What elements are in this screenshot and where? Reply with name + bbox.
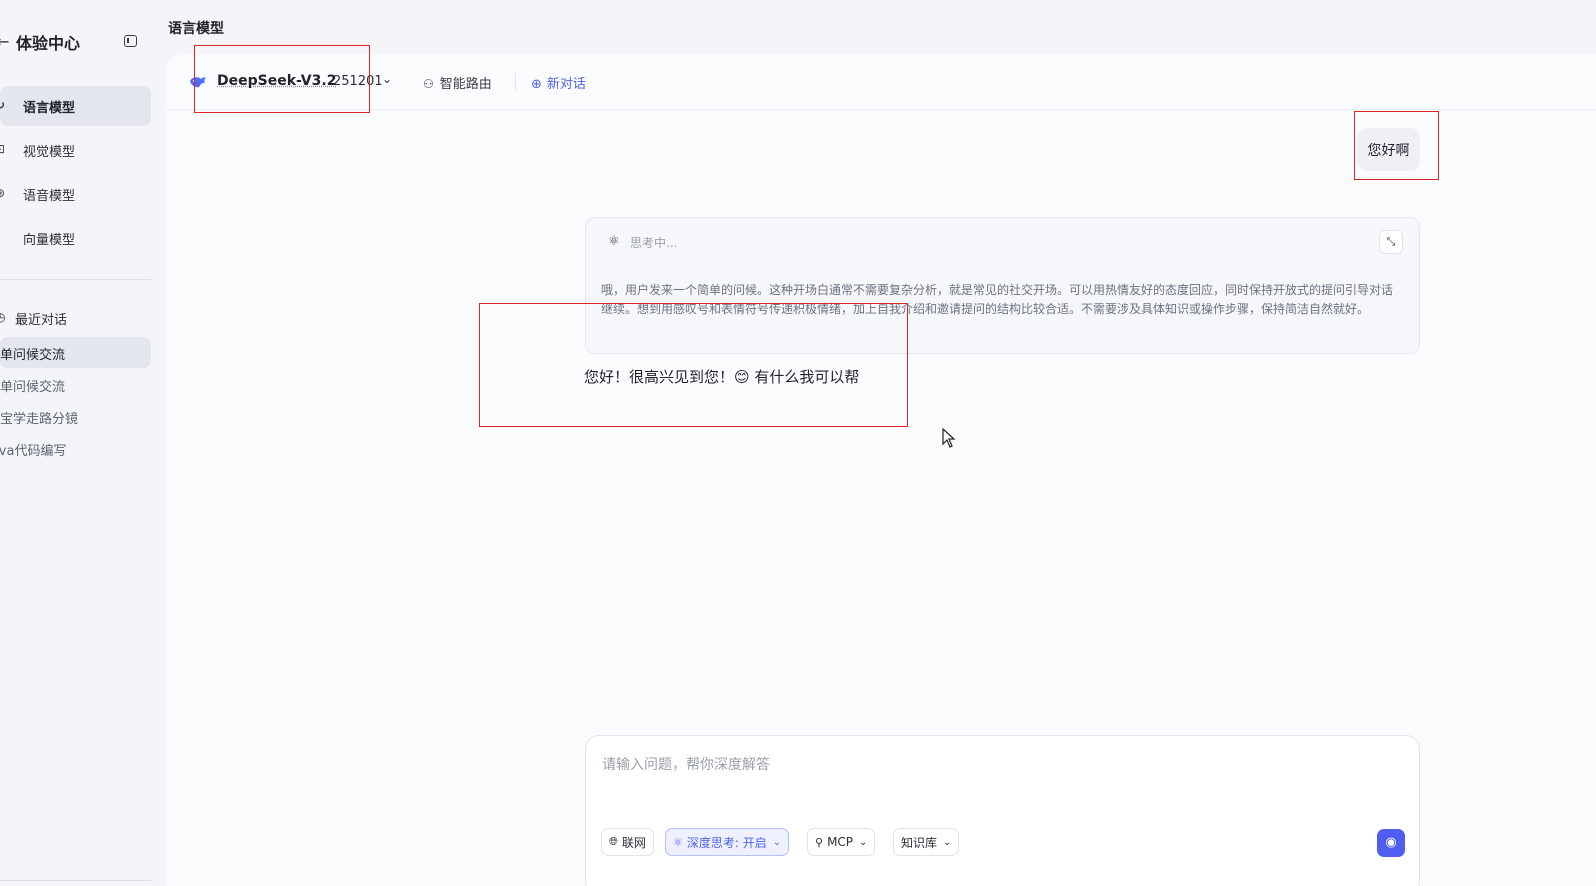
chevron-down-icon: ⌄ [859, 836, 868, 848]
sidebar-item-speech-model[interactable]: ⊛ 语音模型 [0, 174, 151, 214]
smart-routing-button[interactable]: ⚇ 智能路由 [423, 73, 492, 92]
recent-chats-header[interactable]: ◷ 最近对话 [0, 309, 151, 329]
chevron-down-icon[interactable]: ⌄ [382, 72, 392, 86]
globe-icon: 🌐︎ [609, 835, 618, 848]
sidebar-title: 体验中心 [16, 34, 81, 53]
history-icon: ◷ [0, 310, 6, 324]
main-panel: DeepSeek-V3.2 251201 ⌄ ⚇ 智能路由 ⊕ 新对话 您好啊 ⚛ … [167, 55, 1596, 886]
model-version[interactable]: 251201 [333, 74, 383, 89]
history-item-label: Java代码编写 [0, 444, 67, 459]
vector-icon: ⁝ [0, 230, 9, 244]
sidebar: ← 体验中心 ↻ 语言模型 ⊡ 视觉模型 ⊛ 语音模型 ⁝ 向量模型 ◷ 最近对… [0, 0, 165, 886]
deep-think-label: 深度思考: 开启 [686, 835, 767, 850]
chevron-down-icon: ⌄ [772, 836, 782, 848]
new-chat-icon: ⊕ [531, 77, 542, 92]
sidebar-header: ← 体验中心 [0, 28, 150, 56]
sidebar-divider [0, 279, 151, 280]
arrow-left-icon[interactable]: ← [0, 32, 9, 51]
image-icon: ⊡ [0, 142, 6, 156]
refresh-icon: ↻ [0, 98, 6, 112]
sidebar-item-label: 语言模型 [23, 101, 76, 116]
audio-icon: ⊛ [0, 186, 6, 200]
chat-composer: 请输入问题，帮你深度解答 🌐︎ 联网 ⚛ 深度思考: 开启 ⌄ ⚲ MCP ⌄ 知识库 ⌄ … [585, 735, 1420, 886]
assistant-message: 您好！很高兴见到您！😊 有什么我可以帮 [584, 368, 860, 386]
history-item[interactable]: 简单问候交流 [0, 337, 151, 368]
recent-chats-label: 最近对话 [15, 313, 68, 328]
sidebar-item-language-model[interactable]: ↻ 语言模型 [0, 86, 151, 126]
web-search-label: 联网 [621, 835, 646, 850]
chat-toolbar: DeepSeek-V3.2 251201 ⌄ ⚇ 智能路由 ⊕ 新对话 [167, 55, 1596, 110]
sidebar-item-label: 语音模型 [23, 189, 76, 204]
mouse-cursor-icon [942, 428, 956, 448]
collapse-icon[interactable]: ⤡ [1379, 230, 1403, 254]
new-chat-button[interactable]: ⊕ 新对话 [531, 73, 586, 92]
question-input[interactable]: 请输入问题，帮你深度解答 [602, 754, 770, 774]
record-icon: ◉ [1385, 835, 1397, 850]
history-item[interactable]: 宝宝学走路分镜 [0, 401, 151, 432]
sidebar-item-vision-model[interactable]: ⊡ 视觉模型 [0, 130, 151, 170]
history-item[interactable]: 简单问候交流 [0, 369, 151, 400]
sidebar-bottom-divider [0, 880, 151, 881]
send-button[interactable]: ◉ [1377, 829, 1405, 857]
atom-icon: ⚛ [673, 835, 683, 849]
history-item-label: 宝宝学走路分镜 [0, 412, 79, 427]
deep-think-toggle[interactable]: ⚛ 深度思考: 开启 ⌄ [665, 828, 790, 856]
sidebar-item-label: 视觉模型 [23, 145, 76, 160]
history-item[interactable]: Java代码编写 [0, 433, 151, 464]
chat-history-list: 简单问候交流 简单问候交流 宝宝学走路分镜 Java代码编写 [0, 337, 151, 465]
thinking-status: 思考中... [630, 236, 678, 250]
history-item-label: 简单问候交流 [0, 380, 66, 395]
model-selector-name[interactable]: DeepSeek-V3.2 [217, 73, 336, 89]
atom-icon: ⚛ [608, 234, 620, 249]
sidebar-collapse-icon[interactable] [124, 35, 137, 47]
knowledge-base-label: 知识库 [901, 835, 938, 850]
sidebar-item-vector-model[interactable]: ⁝ 向量模型 [0, 218, 151, 258]
mcp-label: MCP [827, 835, 854, 849]
thinking-panel: ⚛ 思考中... ⤡ 哦，用户发来一个简单的问候。这种开场白通常不需要复杂分析，… [585, 217, 1420, 354]
knowledge-base-dropdown[interactable]: 知识库 ⌄ [893, 828, 960, 856]
routing-icon: ⚇ [423, 77, 434, 91]
plug-icon: ⚲ [815, 835, 824, 849]
mcp-dropdown[interactable]: ⚲ MCP ⌄ [807, 828, 876, 856]
thinking-text: 哦，用户发来一个简单的问候。这种开场白通常不需要复杂分析，就是常见的社交开场。可… [601, 283, 1394, 316]
history-item-label: 简单问候交流 [0, 348, 66, 363]
toolbar-divider [515, 73, 516, 91]
sidebar-nav: ↻ 语言模型 ⊡ 视觉模型 ⊛ 语音模型 ⁝ 向量模型 [0, 86, 151, 262]
web-search-toggle[interactable]: 🌐︎ 联网 [601, 828, 654, 856]
smart-routing-label: 智能路由 [439, 77, 492, 92]
sidebar-item-label: 向量模型 [23, 233, 76, 248]
deepseek-whale-icon [189, 74, 207, 93]
new-chat-label: 新对话 [546, 77, 586, 92]
page-title: 语言模型 [168, 21, 224, 37]
user-message: 您好啊 [1357, 128, 1420, 171]
chevron-down-icon: ⌄ [943, 836, 952, 848]
